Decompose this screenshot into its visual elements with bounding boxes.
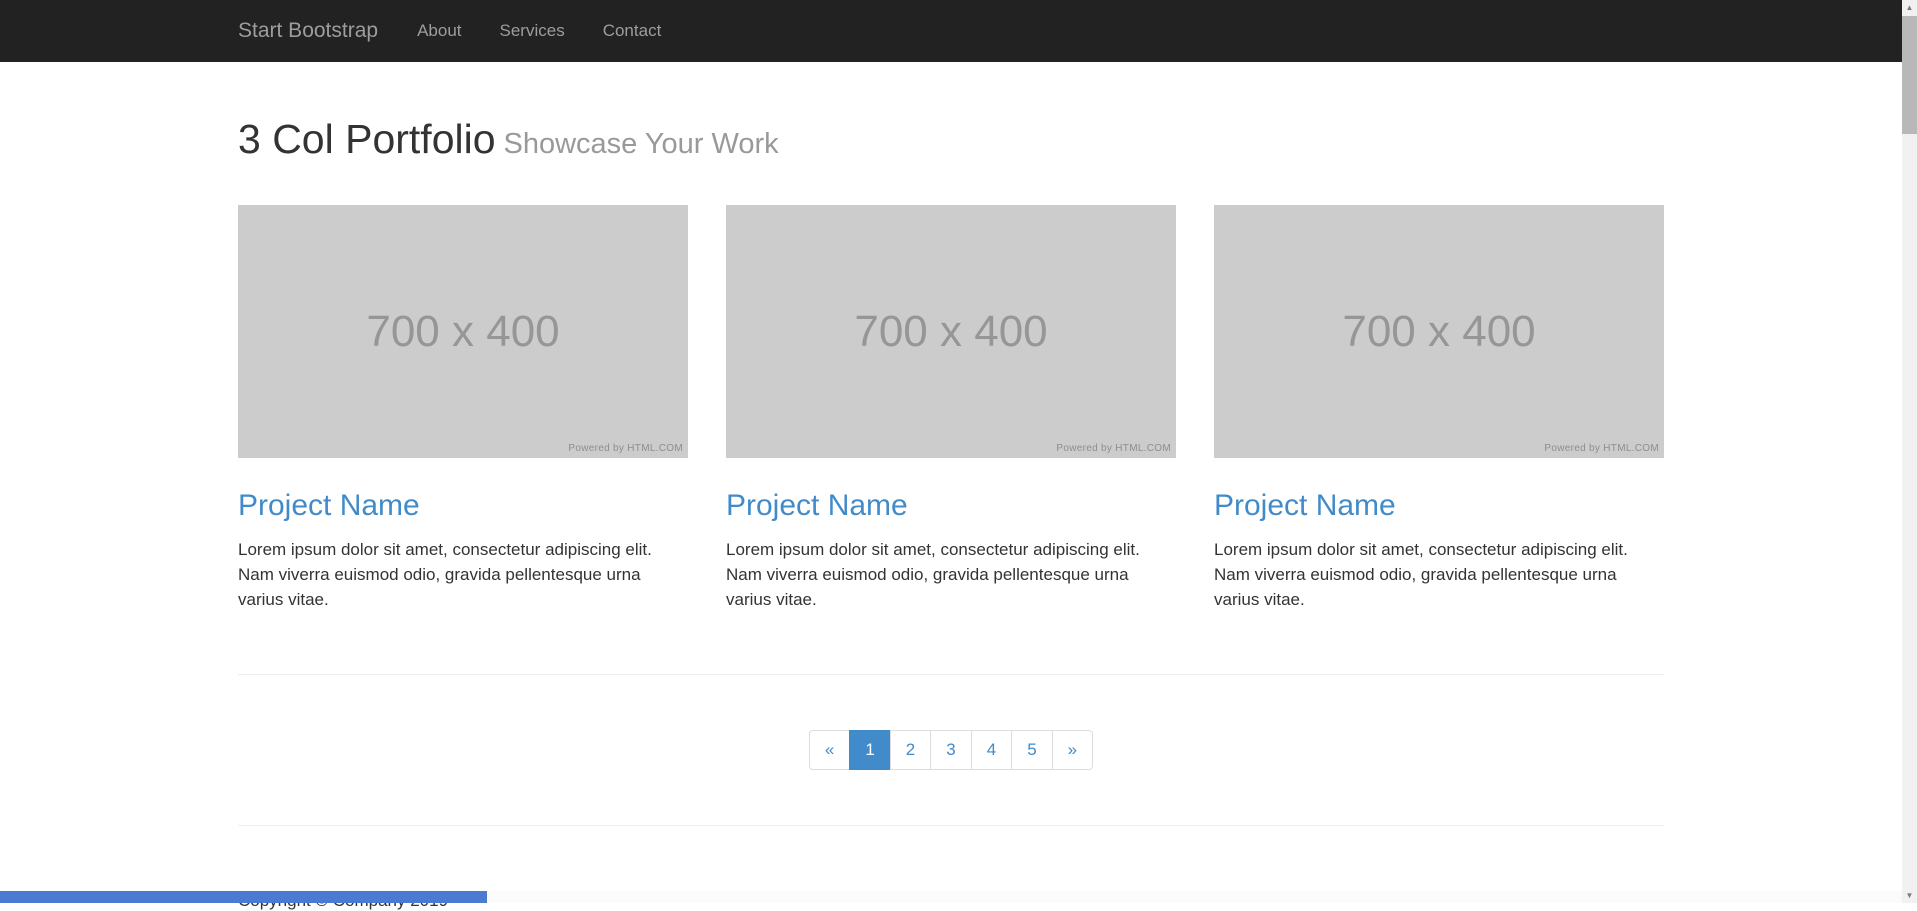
project-name-link[interactable]: Project Name — [238, 489, 420, 522]
pagination-page-3: 3 — [931, 730, 971, 770]
page-content: Start Bootstrap About Services Contact 3… — [0, 0, 1902, 911]
project-image-link[interactable]: 700 x 400 Powered by HTML.COM — [726, 205, 1176, 458]
pagination-prev-link[interactable]: « — [809, 730, 850, 770]
placeholder-watermark: Powered by HTML.COM — [1544, 443, 1659, 454]
placeholder-dimensions-text: 700 x 400 — [238, 205, 688, 458]
portfolio-card: 700 x 400 Powered by HTML.COM Project Na… — [1214, 205, 1664, 612]
project-description: Lorem ipsum dolor sit amet, consectetur … — [238, 537, 688, 612]
project-description: Lorem ipsum dolor sit amet, consectetur … — [726, 537, 1176, 612]
pagination-page-5-link[interactable]: 5 — [1011, 730, 1052, 770]
placeholder-dimensions-text: 700 x 400 — [1214, 205, 1664, 458]
horizontal-scrollbar[interactable] — [0, 891, 1902, 903]
main-container: 3 Col PortfolioShowcase Your Work 700 x … — [238, 117, 1664, 911]
pagination-page-1: 1 — [850, 730, 890, 770]
pagination-next-link[interactable]: » — [1052, 730, 1093, 770]
pagination-page-1-link[interactable]: 1 — [849, 730, 890, 770]
project-image-link[interactable]: 700 x 400 Powered by HTML.COM — [238, 205, 688, 458]
scroll-up-icon[interactable]: ▲ — [1902, 0, 1917, 15]
pagination-page-3-link[interactable]: 3 — [930, 730, 971, 770]
pagination-wrap: « 1 2 3 4 5 » — [238, 675, 1664, 770]
page-title: 3 Col PortfolioShowcase Your Work — [238, 117, 1664, 167]
vertical-scrollbar-thumb[interactable] — [1902, 16, 1917, 134]
pagination-page-5: 5 — [1012, 730, 1052, 770]
pagination-page-2-link[interactable]: 2 — [890, 730, 931, 770]
project-title: Project Name — [1214, 489, 1664, 523]
project-name-link[interactable]: Project Name — [726, 489, 908, 522]
pagination-page-4: 4 — [972, 730, 1012, 770]
portfolio-card: 700 x 400 Powered by HTML.COM Project Na… — [726, 205, 1176, 612]
navbar: Start Bootstrap About Services Contact — [0, 0, 1902, 62]
placeholder-dimensions-text: 700 x 400 — [726, 205, 1176, 458]
nav-link-services[interactable]: Services — [481, 21, 584, 41]
project-name-link[interactable]: Project Name — [1214, 489, 1396, 522]
horizontal-scrollbar-thumb[interactable] — [0, 891, 487, 903]
project-title: Project Name — [726, 489, 1176, 523]
nav-link-about[interactable]: About — [398, 21, 480, 41]
vertical-scrollbar[interactable]: ▲ ▼ — [1902, 0, 1917, 903]
project-image-link[interactable]: 700 x 400 Powered by HTML.COM — [1214, 205, 1664, 458]
navbar-brand[interactable]: Start Bootstrap — [238, 19, 378, 43]
pagination-prev: « — [809, 730, 850, 770]
scroll-down-icon[interactable]: ▼ — [1902, 888, 1917, 903]
placeholder-watermark: Powered by HTML.COM — [568, 443, 683, 454]
nav-link-contact[interactable]: Contact — [584, 21, 681, 41]
pagination-page-4-link[interactable]: 4 — [971, 730, 1012, 770]
navbar-container: Start Bootstrap About Services Contact — [238, 0, 1664, 62]
page-subtitle: Showcase Your Work — [504, 128, 779, 160]
pagination-page-2: 2 — [891, 730, 931, 770]
divider-bottom — [238, 825, 1664, 826]
project-title: Project Name — [238, 489, 688, 523]
portfolio-card: 700 x 400 Powered by HTML.COM Project Na… — [238, 205, 688, 612]
pagination: « 1 2 3 4 5 » — [809, 730, 1093, 770]
placeholder-watermark: Powered by HTML.COM — [1056, 443, 1171, 454]
page-title-text: 3 Col Portfolio — [238, 116, 496, 162]
pagination-next: » — [1053, 730, 1093, 770]
portfolio-row: 700 x 400 Powered by HTML.COM Project Na… — [238, 205, 1664, 612]
project-description: Lorem ipsum dolor sit amet, consectetur … — [1214, 537, 1664, 612]
